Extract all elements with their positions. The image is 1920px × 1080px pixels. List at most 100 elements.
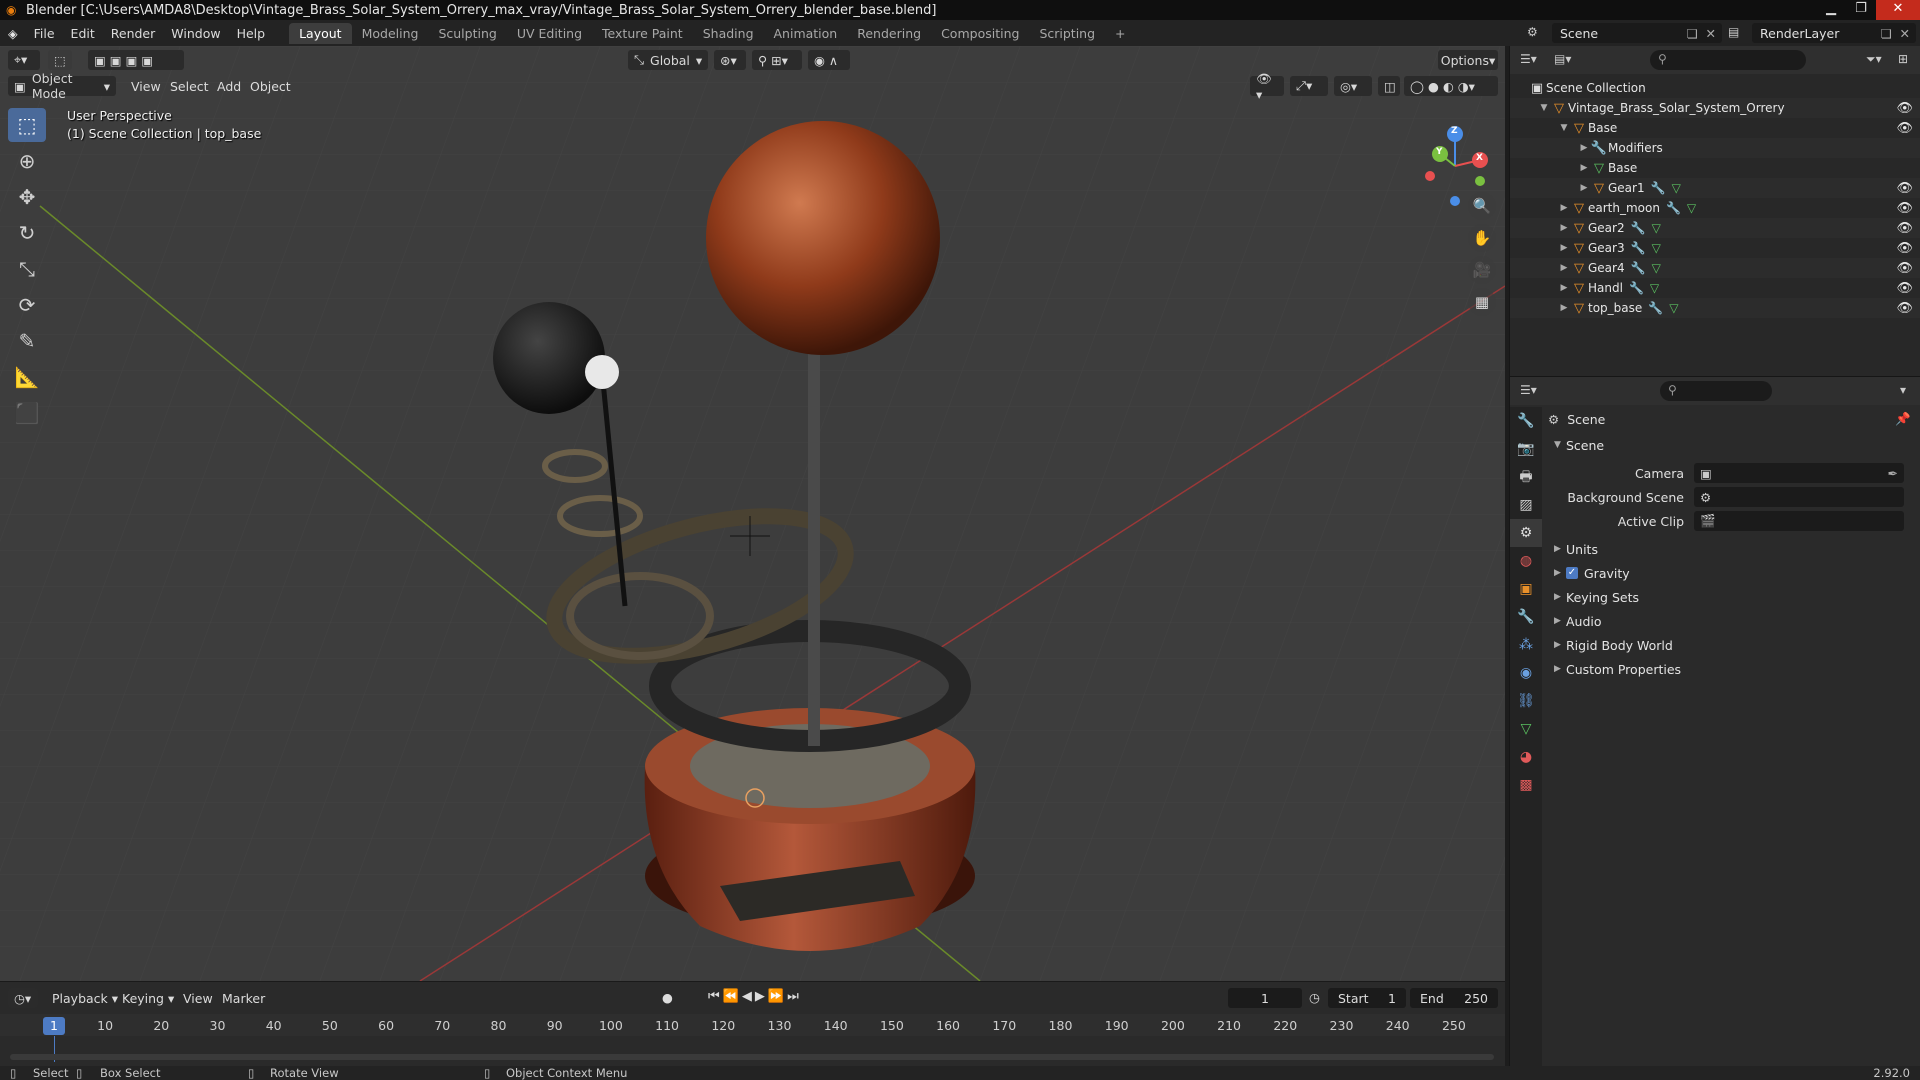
texture-tab-icon[interactable]: ▩ (1510, 771, 1542, 799)
remove-layer-icon[interactable]: ✕ (1900, 26, 1910, 41)
move-tool-icon[interactable]: ✥ (8, 180, 46, 214)
start-frame-field[interactable]: Start 1 (1328, 988, 1406, 1008)
output-tab-icon[interactable]: 🖶 (1510, 463, 1542, 491)
xray-toggle-icon[interactable]: ◫ (1378, 76, 1400, 96)
timeline-menu-marker[interactable]: Marker (222, 991, 265, 1006)
viewport-menu-view[interactable]: View (131, 79, 161, 94)
outliner-row[interactable]: ▶ 🔧 Modifiers (1510, 138, 1920, 158)
measure-tool-icon[interactable]: 📐 (8, 360, 46, 394)
shading-mode-buttons[interactable]: ◯ ● ◐ ◑▾ (1404, 76, 1498, 96)
visibility-eye-icon[interactable]: 👁 (1896, 241, 1913, 256)
maximize-icon[interactable]: ❐ (1846, 0, 1876, 20)
visibility-eye-icon[interactable]: 👁 (1896, 101, 1913, 116)
active-clip-field[interactable]: 🎬 (1694, 511, 1904, 531)
transform-tool-icon[interactable]: ⟳ (8, 288, 46, 322)
physics-tab-icon[interactable]: ◉ (1510, 659, 1542, 687)
modifier-tab-icon[interactable]: 🔧 (1510, 603, 1542, 631)
timeline-editor-type-icon[interactable]: ◷▾ (8, 988, 38, 1008)
current-frame-field[interactable]: 1 (1228, 988, 1302, 1008)
properties-editor[interactable]: ☰▾ ⚲ ▾ 🔧 📷 🖶 ▨ ⚙ ◍ ▣ 🔧 ⁂ ◉ ⛓ ▽ ◕ ▩ ⚙ Sce… (1509, 376, 1920, 1067)
annotate-tool-icon[interactable]: ✎ (8, 324, 46, 358)
options-dropdown[interactable]: Options ▾ (1438, 50, 1498, 70)
tab-rendering[interactable]: Rendering (847, 23, 931, 44)
outliner-row[interactable]: ▶ ▽ top_base 🔧 ▽ 👁 (1510, 298, 1920, 318)
close-icon[interactable]: ✕ (1876, 0, 1920, 20)
tool-tab-icon[interactable]: 🔧 (1510, 407, 1542, 435)
zoom-icon[interactable]: 🔍 (1468, 192, 1496, 220)
properties-search-input[interactable]: ⚲ (1660, 381, 1772, 401)
tab-texture-paint[interactable]: Texture Paint (592, 23, 693, 44)
units-panel-header[interactable]: ▶ Units (1544, 537, 1920, 561)
tab-modeling[interactable]: Modeling (352, 23, 429, 44)
blender-menu-icon[interactable]: ◈ (0, 26, 26, 41)
view-layer-selector[interactable]: RenderLayer ❏ ✕ (1752, 23, 1916, 43)
tab-sculpting[interactable]: Sculpting (428, 23, 506, 44)
timeline-menu-playback[interactable]: Playback ▾ (52, 991, 118, 1006)
ortho-toggle-icon[interactable]: ▦ (1468, 288, 1496, 316)
viewport-menu-object[interactable]: Object (250, 79, 291, 94)
end-frame-field[interactable]: End 250 (1410, 988, 1498, 1008)
cursor-tool-icon[interactable]: ⊕ (8, 144, 46, 178)
outliner-row[interactable]: ▼ ▽ Vintage_Brass_Solar_System_Orrery 👁 (1510, 98, 1920, 118)
tab-shading[interactable]: Shading (693, 23, 764, 44)
add-cube-tool-icon[interactable]: ⬛ (8, 396, 46, 430)
snap-icon[interactable]: ⚲ ⊞▾ (752, 50, 802, 70)
expand-arrow-icon[interactable]: ▶ (1558, 203, 1570, 213)
properties-editor-type-icon[interactable]: ☰▾ (1520, 383, 1537, 397)
outliner-row[interactable]: ▶ ▽ Gear2 🔧 ▽ 👁 (1510, 218, 1920, 238)
particles-tab-icon[interactable]: ⁂ (1510, 631, 1542, 659)
menu-window[interactable]: Window (163, 26, 228, 41)
expand-arrow-icon[interactable]: ▼ (1558, 123, 1570, 133)
editor-type-icon[interactable]: ⌖▾ (8, 50, 40, 70)
playback-controls[interactable]: ⏮⏪◀▶⏩⏭ (708, 989, 802, 1004)
material-tab-icon[interactable]: ◕ (1510, 743, 1542, 771)
object-mode-dropdown[interactable]: ▣ Object Mode ▾ (8, 71, 116, 101)
tab-layout[interactable]: Layout (289, 22, 352, 44)
visibility-eye-icon[interactable]: 👁 (1896, 121, 1913, 136)
keying-sets-panel-header[interactable]: ▶ Keying Sets (1544, 585, 1920, 609)
timeline-scrollbar[interactable] (10, 1054, 1494, 1060)
tab-compositing[interactable]: Compositing (931, 23, 1029, 44)
outliner[interactable]: ☰▾ ▤▾ ⚲ ⏷▾ ⊞ ▣ Scene Collection ▼ ▽ Vintage_… (1509, 46, 1920, 376)
pin-icon[interactable]: 📌 (1895, 411, 1911, 427)
world-tab-icon[interactable]: ◍ (1510, 547, 1542, 575)
expand-arrow-icon[interactable]: ▶ (1558, 243, 1570, 253)
minimize-icon[interactable]: ▁ (1816, 0, 1846, 20)
visibility-eye-icon[interactable]: 👁 (1896, 261, 1913, 276)
tool-select-icon[interactable]: ⬚ (48, 50, 72, 70)
expand-arrow-icon[interactable]: ▶ (1578, 183, 1590, 193)
visibility-eye-icon[interactable]: 👁 (1896, 181, 1913, 196)
gravity-panel-header[interactable]: ▶ ✓ Gravity (1544, 561, 1920, 585)
gravity-checkbox[interactable]: ✓ (1566, 567, 1578, 579)
visibility-eye-icon[interactable]: 👁 (1896, 221, 1913, 236)
visibility-eye-icon[interactable]: 👁 (1896, 281, 1913, 296)
transform-orientation-dropdown[interactable]: ⤡ Global ▾ (628, 50, 708, 70)
timeline-ruler[interactable]: 10 20 30 40 50 60 70 80 90 100 110 120 130 140 150 160 1… (0, 1014, 1505, 1036)
menu-edit[interactable]: Edit (63, 26, 103, 41)
outliner-row[interactable]: ▶ ▽ earth_moon 🔧 ▽ 👁 (1510, 198, 1920, 218)
gizmo-toggle-icon[interactable]: ⤢▾ (1290, 76, 1328, 96)
auto-keying-icon[interactable]: ● (662, 990, 673, 1005)
menu-help[interactable]: Help (229, 26, 274, 41)
expand-arrow-icon[interactable]: ▶ (1558, 303, 1570, 313)
camera-view-icon[interactable]: 🎥 (1468, 256, 1496, 284)
viewport-menu-select[interactable]: Select (170, 79, 209, 94)
pivot-point-icon[interactable]: ⊛▾ (714, 50, 746, 70)
remove-scene-icon[interactable]: ✕ (1706, 26, 1716, 41)
custom-properties-panel-header[interactable]: ▶ Custom Properties (1544, 657, 1920, 681)
menu-render[interactable]: Render (103, 26, 164, 41)
outliner-row[interactable]: ▼ ▽ Base 👁 (1510, 118, 1920, 138)
properties-options-icon[interactable]: ▾ (1900, 383, 1906, 397)
outliner-editor-type-icon[interactable]: ☰▾ (1520, 52, 1537, 66)
rotate-tool-icon[interactable]: ↻ (8, 216, 46, 250)
proportional-edit-icon[interactable]: ◉ ∧ (808, 50, 850, 70)
timeline-menu-keying[interactable]: Keying ▾ (122, 991, 174, 1006)
overlays-toggle-icon[interactable]: ◎▾ (1334, 76, 1372, 96)
display-mode-icon[interactable]: ▤▾ (1554, 52, 1571, 66)
outliner-row[interactable]: ▶ ▽ Gear4 🔧 ▽ 👁 (1510, 258, 1920, 278)
constraints-tab-icon[interactable]: ⛓ (1510, 687, 1542, 715)
tab-uv-editing[interactable]: UV Editing (507, 23, 592, 44)
select-box-icon[interactable]: ⬚ (8, 108, 46, 142)
outliner-row-scene-collection[interactable]: ▣ Scene Collection (1510, 78, 1920, 98)
selection-mode-buttons[interactable]: ▣ ▣ ▣ ▣ (88, 50, 184, 70)
